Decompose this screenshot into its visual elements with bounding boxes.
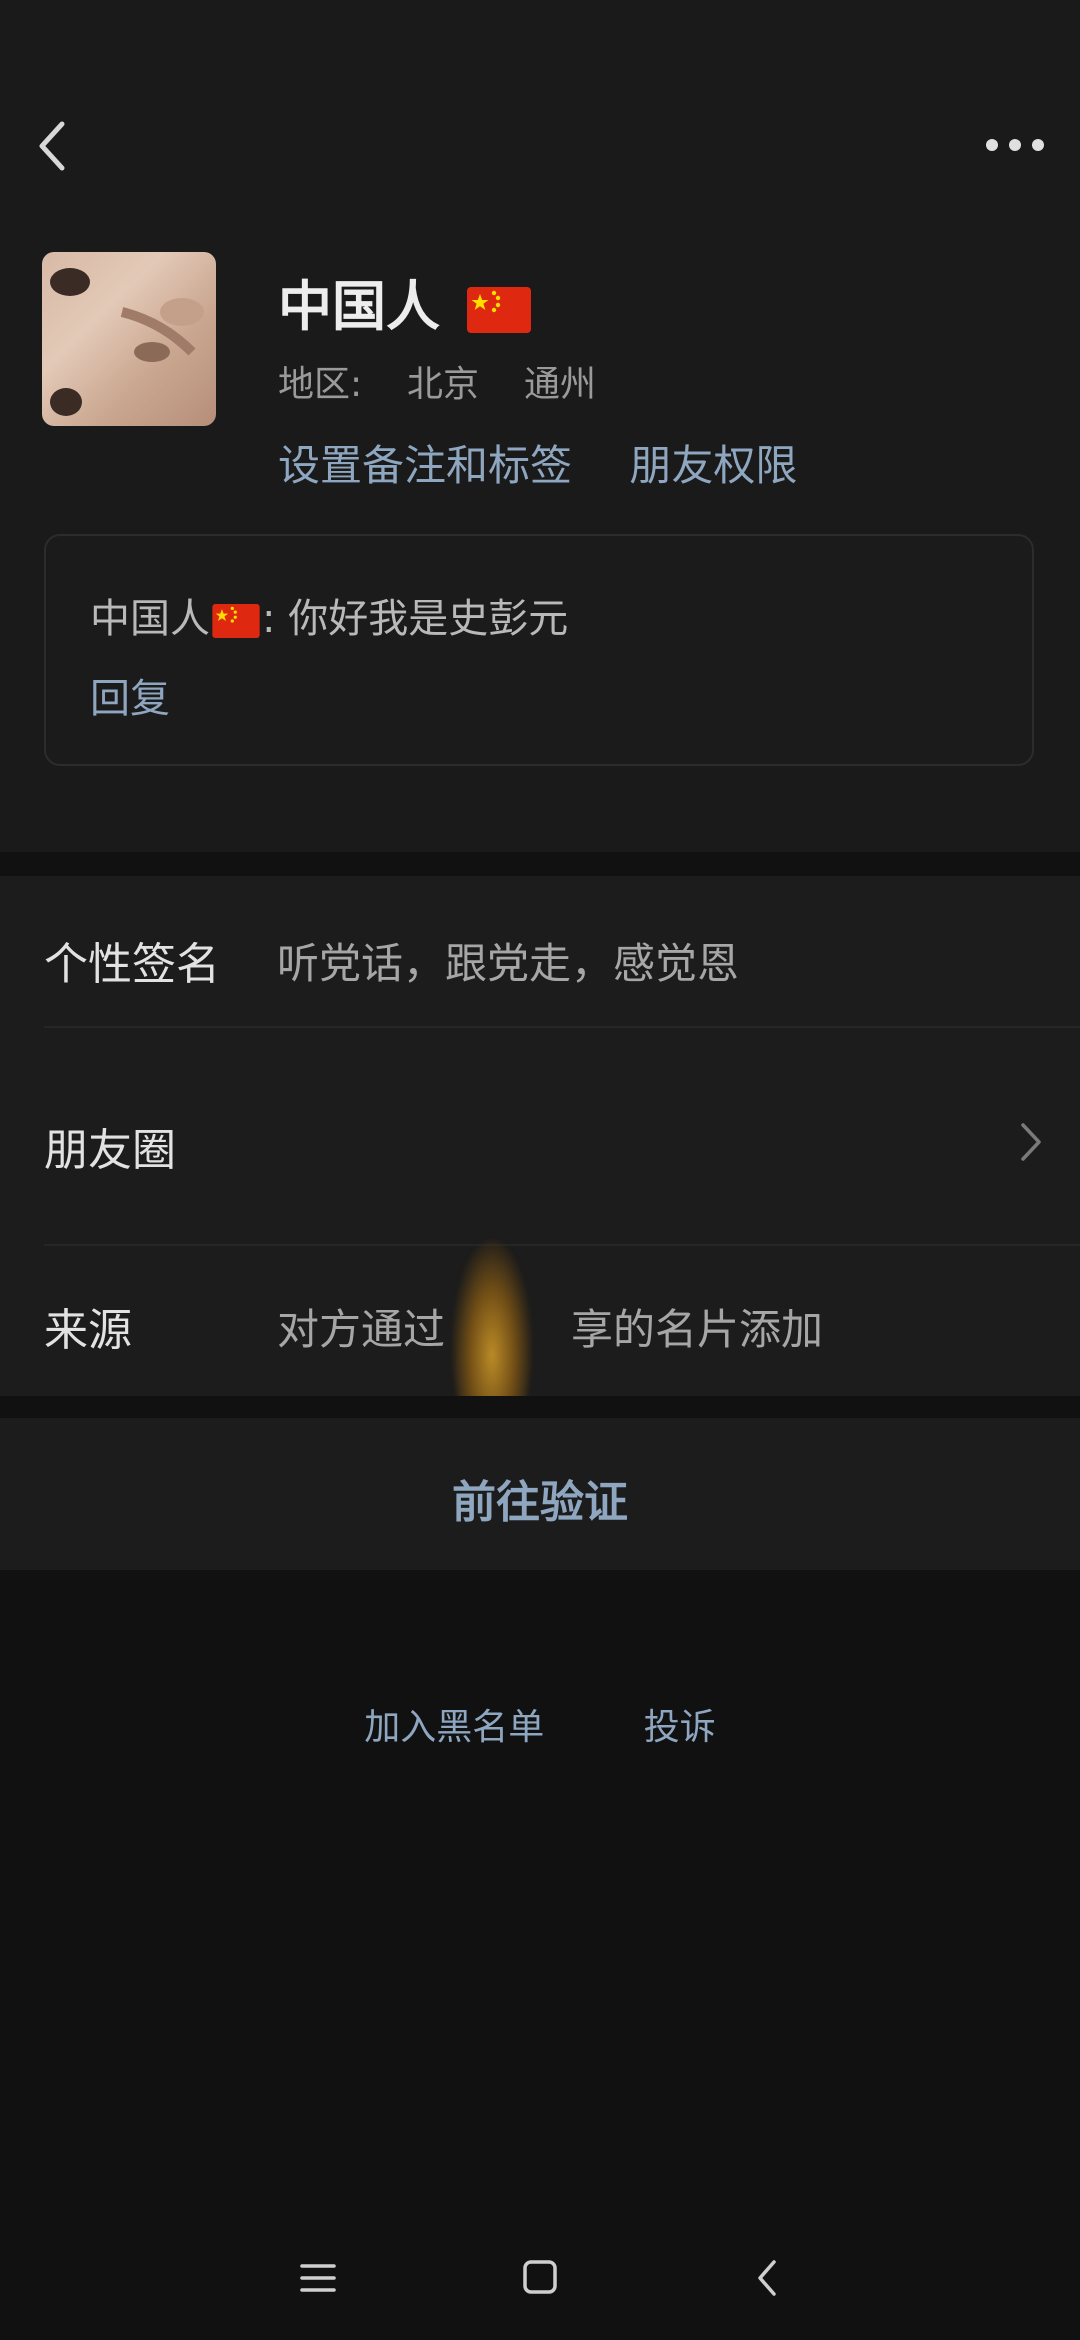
set-remark-link[interactable]: 设置备注和标签 [278,441,572,490]
verification-message: 中国人 : 你好我是史彭元 [90,586,568,644]
system-nav-bar [0,2220,1080,2330]
avatar-image [50,268,204,416]
recent-apps-button[interactable] [288,2250,348,2306]
more-dots-icon [986,139,1044,151]
section-separator [0,1396,1080,1418]
moments-label: 朋友圈 [44,1125,176,1176]
chevron-left-icon [758,2260,776,2296]
china-flag-icon [212,604,260,638]
menu-lines-icon [300,2264,336,2292]
source-value: 对方通过 享的名片添加 [277,1305,824,1354]
chevron-right-icon [1021,1123,1041,1161]
friend-permission-link[interactable]: 朋友权限 [629,441,797,490]
row-divider [44,1244,1080,1246]
top-bar [0,110,1080,180]
bottom-links: 加入黑名单 投诉 [0,1698,1080,1750]
back-button[interactable] [30,118,80,174]
system-back-button[interactable] [738,2250,798,2306]
region-info: 地区: 北京 通州 [278,355,596,407]
avatar[interactable] [42,252,216,426]
signature-label: 个性签名 [44,939,220,990]
section-separator [0,852,1080,876]
china-flag-icon [466,287,531,334]
region-district: 通州 [523,364,596,405]
region-label: 地区: [278,364,363,405]
source-label: 来源 [44,1305,132,1356]
verify-button[interactable]: 前往验证 [0,1418,1080,1570]
reply-link[interactable]: 回复 [90,666,170,724]
moments-row[interactable]: 朋友圈 [0,1114,1080,1204]
more-options-button[interactable] [980,120,1050,170]
row-divider [44,1026,1080,1028]
message-sender: 中国人 [90,596,210,642]
profile-name: 中国人 [278,262,531,341]
verification-message-card: 中国人 : 你好我是史彭元 回复 [44,534,1034,766]
blacklist-link[interactable]: 加入黑名单 [364,1707,544,1748]
profile-links: 设置备注和标签 朋友权限 [278,432,841,493]
info-section: 个性签名 听党话，跟党走，感觉恩 朋友圈 来源 对方通过 享的名片添加 [0,876,1080,1396]
signature-value: 听党话，跟党走，感觉恩 [277,939,740,988]
chevron-left-icon [39,121,65,171]
profile-name-text: 中国人 [278,275,440,338]
message-text: : 你好我是史彭元 [262,596,569,642]
report-link[interactable]: 投诉 [644,1707,716,1748]
verify-button-label: 前往验证 [452,1477,628,1528]
region-city: 北京 [407,364,480,405]
square-home-icon [523,2260,557,2294]
home-button[interactable] [510,2250,570,2306]
